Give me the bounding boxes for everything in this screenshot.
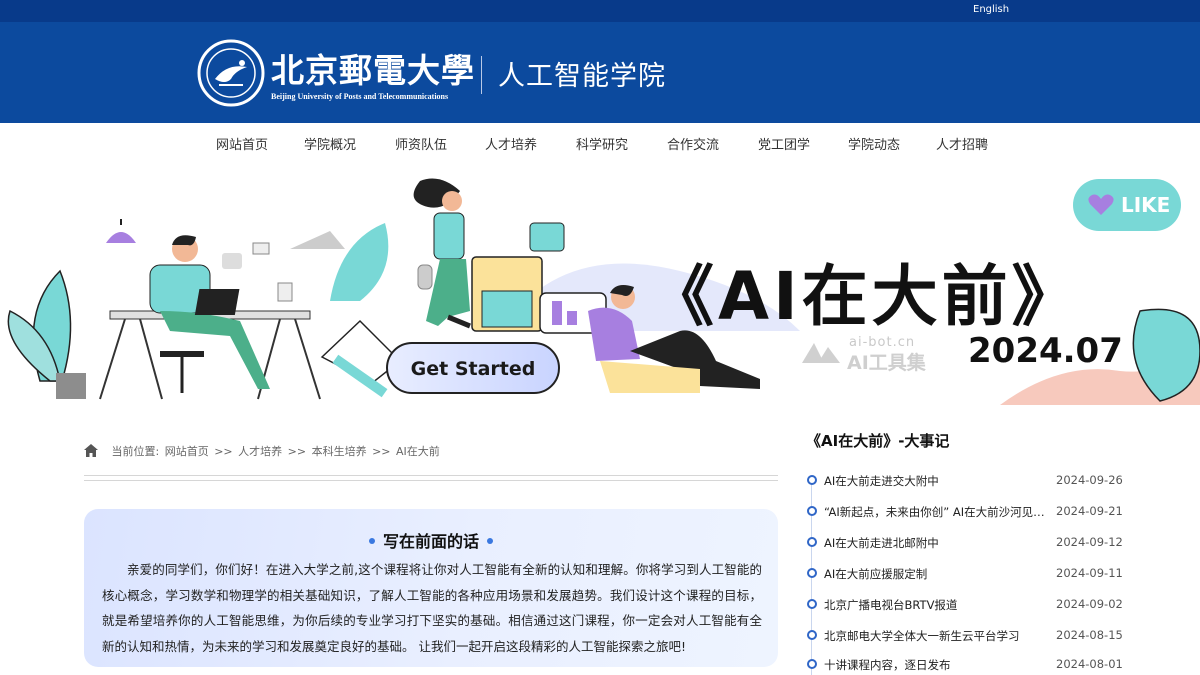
- timeline-item[interactable]: 十讲课程内容，逐日发布 2024-08-01: [806, 655, 1126, 675]
- nav-item-news[interactable]: 学院动态: [848, 134, 900, 153]
- like-badge[interactable]: LIKE: [1073, 179, 1181, 231]
- intro-title: 写在前面的话: [382, 532, 479, 551]
- banner-title: 《AI在大前》: [648, 258, 1082, 335]
- title-dot-icon: [487, 538, 493, 544]
- timeline-title: 《AI在大前》-大事记: [806, 432, 950, 450]
- nav-item-research[interactable]: 科学研究: [576, 134, 628, 153]
- timeline-item[interactable]: AI在大前走进交大附中 2024-09-26: [806, 471, 1126, 491]
- timeline-item[interactable]: AI在大前走进北邮附中 2024-09-12: [806, 533, 1126, 553]
- timeline-bullet-icon: [807, 630, 817, 640]
- breadcrumb-prefix: 当前位置:: [111, 445, 160, 458]
- home-icon: [84, 444, 98, 457]
- nav-item-education[interactable]: 人才培养: [485, 134, 537, 153]
- university-emblem-icon[interactable]: [197, 39, 265, 107]
- watermark-name: AI工具集: [847, 352, 926, 374]
- timeline-item-title: 十讲课程内容，逐日发布: [824, 658, 951, 672]
- site-header: 北京郵電大學 Beijing University of Posts and T…: [0, 22, 1200, 123]
- top-bar: English: [0, 0, 1200, 22]
- nav-item-cooperation[interactable]: 合作交流: [667, 134, 719, 153]
- intro-card: 写在前面的话 亲爱的同学们，你们好！在进入大学之前,这个课程将让你对人工智能有全…: [84, 509, 778, 667]
- main-nav: 网站首页 学院概况 师资队伍 人才培养 科学研究 合作交流 党工团学 学院动态 …: [0, 123, 1200, 161]
- timeline-item-title: AI在大前走进交大附中: [824, 474, 939, 488]
- nav-item-about[interactable]: 学院概况: [304, 134, 356, 153]
- timeline-item-date: 2024-08-15: [1056, 628, 1123, 642]
- timeline-item[interactable]: AI在大前应援服定制 2024-09-11: [806, 564, 1126, 584]
- timeline-bullet-icon: [807, 537, 817, 547]
- timeline-item[interactable]: “AI新起点，未来由你创” AI在大前沙河见面会 2024-09-21: [806, 502, 1126, 522]
- timeline-item-date: 2024-09-11: [1056, 566, 1123, 580]
- breadcrumb-divider: [84, 475, 778, 481]
- school-name: 人工智能学院: [498, 61, 666, 92]
- timeline-bullet-icon: [807, 506, 817, 516]
- hero-banner: LIKE 《AI在大前》 2024.07 Get Started ai-bot.…: [0, 161, 1200, 405]
- timeline-bullet-icon: [807, 599, 817, 609]
- breadcrumb-separator: >>: [372, 445, 391, 458]
- breadcrumb-link-home[interactable]: 网站首页: [165, 445, 209, 458]
- timeline-item-title: “AI新起点，未来由你创” AI在大前沙河见面会: [824, 505, 1056, 519]
- timeline-item-date: 2024-09-21: [1056, 504, 1123, 518]
- timeline-bullet-icon: [807, 659, 817, 669]
- get-started-button[interactable]: Get Started: [386, 342, 560, 394]
- breadcrumb-separator: >>: [214, 445, 233, 458]
- banner-date: 2024.07: [968, 331, 1123, 371]
- breadcrumb-link-undergrad[interactable]: 本科生培养: [312, 445, 367, 458]
- breadcrumb-link-education[interactable]: 人才培养: [238, 445, 282, 458]
- timeline-bullet-icon: [807, 475, 817, 485]
- nav-item-faculty[interactable]: 师资队伍: [395, 134, 447, 153]
- nav-item-home[interactable]: 网站首页: [216, 134, 268, 153]
- timeline-item-date: 2024-08-01: [1056, 657, 1123, 671]
- timeline-item-date: 2024-09-26: [1056, 473, 1123, 487]
- get-started-label: Get Started: [410, 358, 536, 380]
- timeline-bullet-icon: [807, 568, 817, 578]
- timeline-item-title: 北京邮电大学全体大一新生云平台学习: [824, 629, 1020, 643]
- title-dot-icon: [368, 538, 375, 544]
- timeline-item[interactable]: 北京广播电视台BRTV报道 2024-09-02: [806, 595, 1126, 615]
- language-switch-link[interactable]: English: [973, 4, 1009, 15]
- university-name: 北京郵電大學: [271, 51, 475, 90]
- breadcrumb-current: AI在大前: [396, 445, 440, 458]
- intro-title-row: 写在前面的话: [84, 528, 778, 552]
- nav-item-recruitment[interactable]: 人才招聘: [936, 134, 988, 153]
- heart-icon: [1088, 194, 1114, 215]
- like-label: LIKE: [1121, 193, 1171, 217]
- timeline-item-title: 北京广播电视台BRTV报道: [824, 598, 958, 612]
- timeline-item-date: 2024-09-02: [1056, 597, 1123, 611]
- timeline-item-date: 2024-09-12: [1056, 535, 1123, 549]
- timeline-item[interactable]: 北京邮电大学全体大一新生云平台学习 2024-08-15: [806, 626, 1126, 646]
- logo-divider: [481, 56, 482, 94]
- timeline-item-title: AI在大前应援服定制: [824, 567, 928, 581]
- breadcrumb-separator: >>: [287, 445, 307, 458]
- university-name-en: Beijing University of Posts and Telecomm…: [271, 92, 449, 101]
- nav-item-party-league[interactable]: 党工团学: [758, 134, 810, 153]
- timeline-item-title: AI在大前走进北邮附中: [824, 536, 939, 550]
- intro-body: 亲爱的同学们，你们好！在进入大学之前,这个课程将让你对人工智能有全新的认知和理解…: [102, 562, 762, 654]
- watermark-logo-icon: [802, 343, 840, 363]
- breadcrumb: 当前位置: 网站首页 >> 人才培养 >> 本科生培养 >> AI在大前: [84, 443, 442, 459]
